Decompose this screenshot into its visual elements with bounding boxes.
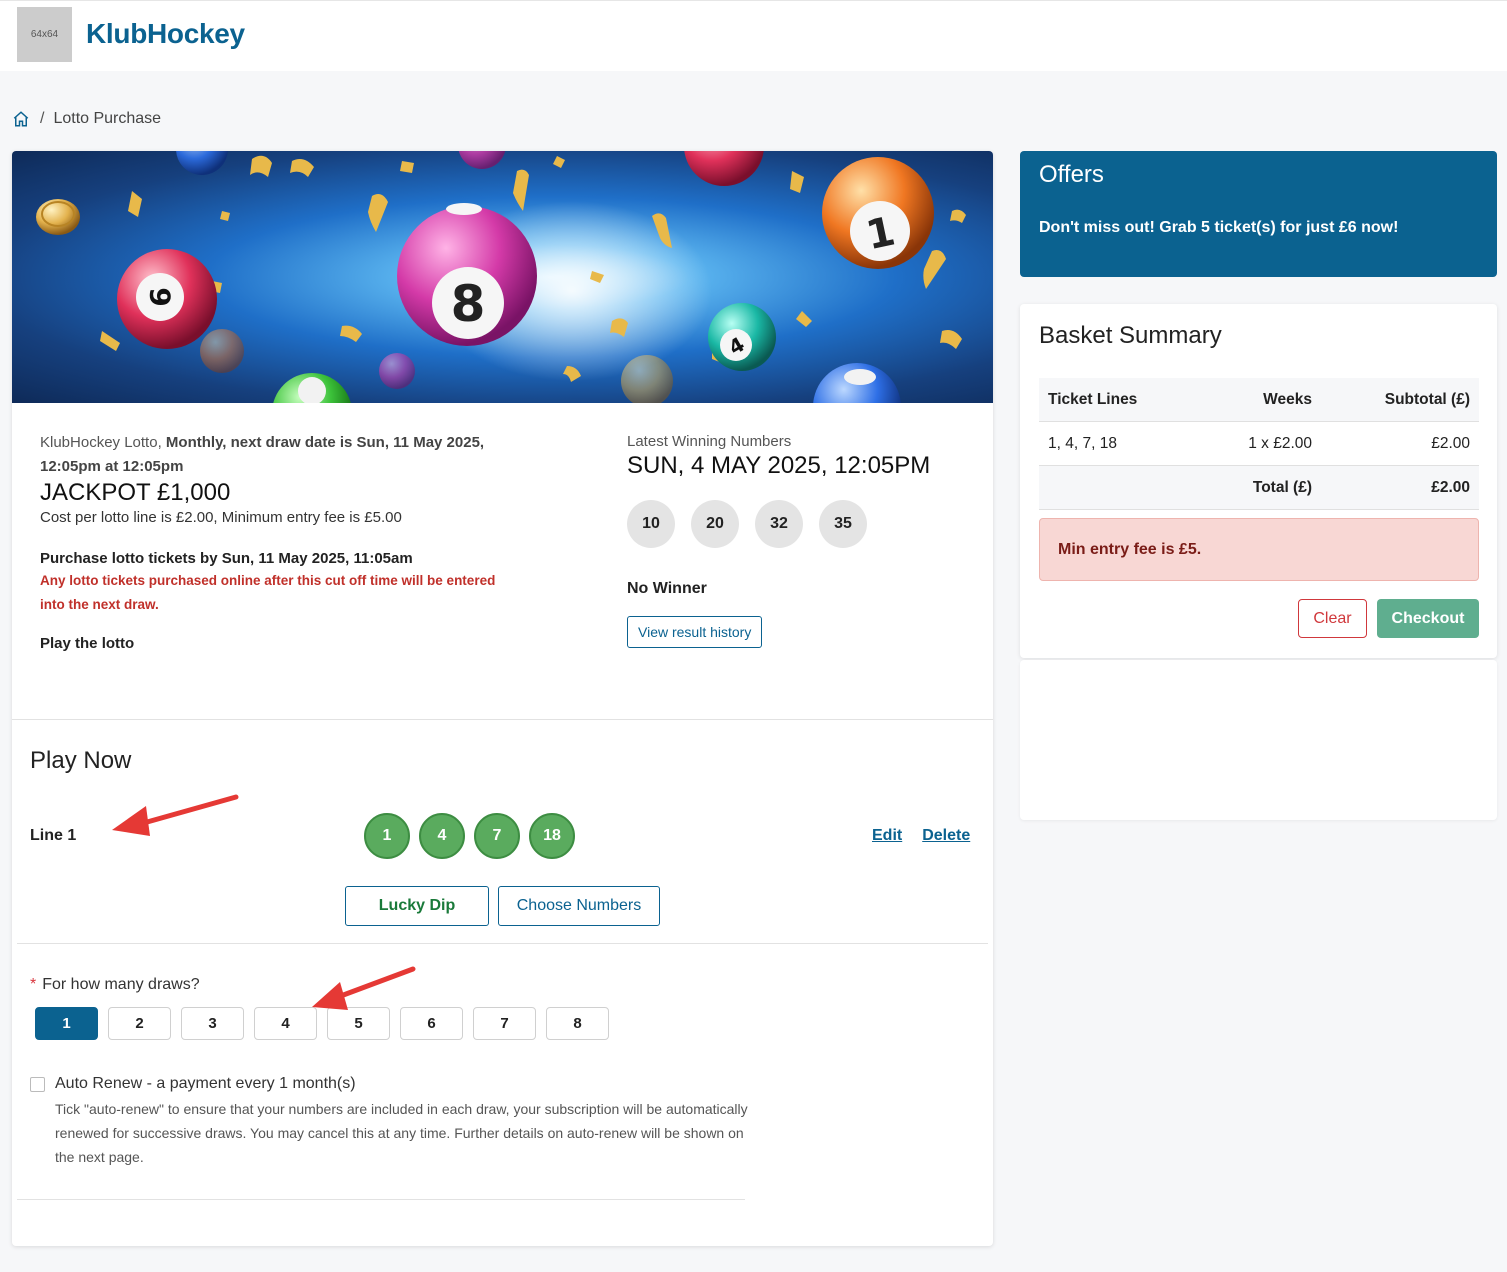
- svg-text:8: 8: [451, 275, 486, 333]
- lucky-dip-button[interactable]: Lucky Dip: [345, 886, 489, 926]
- checkout-button[interactable]: Checkout: [1377, 599, 1479, 638]
- breadcrumb: / Lotto Purchase: [12, 110, 161, 128]
- basket-table: Ticket Lines Weeks Subtotal (£) 1, 4, 7,…: [1039, 378, 1479, 510]
- lotto-hero-banner: 6 8 1 4: [12, 151, 993, 403]
- winning-number-ball: 20: [691, 500, 739, 548]
- column-header: Subtotal (£): [1384, 390, 1470, 408]
- draws-label-text: For how many draws?: [42, 976, 200, 993]
- purchase-deadline: Purchase lotto tickets by Sun, 11 May 20…: [40, 550, 413, 567]
- draw-option-5[interactable]: 5: [327, 1007, 390, 1040]
- ticket-lines-cell: 1, 4, 7, 18: [1048, 434, 1117, 452]
- svg-text:6: 6: [144, 287, 177, 306]
- divider: [17, 943, 988, 944]
- auto-renew-section: Auto Renew - a payment every 1 month(s) …: [30, 1075, 750, 1169]
- latest-label: Latest Winning Numbers: [627, 433, 792, 450]
- logo-placeholder[interactable]: 64x64: [17, 7, 72, 62]
- choose-numbers-button[interactable]: Choose Numbers: [498, 886, 660, 926]
- ball-four: 4: [708, 303, 776, 371]
- ball-blur: [458, 151, 506, 169]
- auto-renew-help: Tick "auto-renew" to ensure that your nu…: [55, 1101, 748, 1165]
- min-entry-alert: Min entry fee is £5.: [1039, 518, 1479, 581]
- table-header: Ticket Lines Weeks Subtotal (£): [1039, 378, 1479, 422]
- play-now-title: Play Now: [30, 747, 132, 774]
- draw-count-selector: 1 2 3 4 5 6 7 8: [35, 1007, 609, 1040]
- ball-blur: [176, 151, 228, 175]
- draw-option-1[interactable]: 1: [35, 1007, 98, 1040]
- draws-label: * For how many draws?: [30, 976, 200, 994]
- required-marker: *: [30, 976, 37, 993]
- draw-result: No Winner: [627, 580, 707, 597]
- draw-option-8[interactable]: 8: [546, 1007, 609, 1040]
- offers-title: Offers: [1039, 161, 1104, 188]
- auto-renew-label[interactable]: Auto Renew - a payment every 1 month(s): [55, 1075, 356, 1093]
- ball-blur: [200, 329, 244, 373]
- ball-red-top: [684, 151, 764, 186]
- ball-six: 6: [117, 249, 217, 349]
- winning-number-ball: 32: [755, 500, 803, 548]
- ball-one: 1: [822, 157, 934, 269]
- lotto-schedule: KlubHockey Lotto, Monthly, next draw dat…: [40, 431, 510, 479]
- coin: [36, 199, 80, 235]
- latest-results: Latest Winning Numbers SUN, 4 MAY 2025, …: [627, 433, 967, 648]
- winning-numbers: 10 20 32 35: [627, 500, 967, 548]
- total-label: Total (£): [1252, 478, 1312, 496]
- selected-number-ball: 4: [419, 813, 465, 859]
- ball-blur: [379, 353, 415, 389]
- edit-line-link[interactable]: Edit: [872, 827, 902, 845]
- empty-panel: [1020, 660, 1497, 820]
- draw-option-2[interactable]: 2: [108, 1007, 171, 1040]
- basket-title: Basket Summary: [1039, 322, 1222, 349]
- divider: [17, 1199, 745, 1200]
- top-header: 64x64 KlubHockey: [0, 0, 1507, 71]
- breadcrumb-current: Lotto Purchase: [53, 110, 162, 127]
- latest-draw-date: SUN, 4 MAY 2025, 12:05PM: [627, 452, 931, 479]
- selected-number-ball: 1: [364, 813, 410, 859]
- clear-button[interactable]: Clear: [1298, 599, 1367, 638]
- winning-number-ball: 10: [627, 500, 675, 548]
- line-label: Line 1: [30, 827, 77, 844]
- basket-summary-card: Basket Summary Ticket Lines Weeks Subtot…: [1020, 304, 1497, 658]
- line-numbers: 1 4 7 18: [364, 813, 575, 859]
- winning-number-ball: 35: [819, 500, 867, 548]
- hero-illustration: 6 8 1 4: [36, 151, 966, 403]
- offers-card: Offers Don't miss out! Grab 5 ticket(s) …: [1020, 151, 1497, 277]
- selected-number-ball: 7: [474, 813, 520, 859]
- auto-renew-checkbox[interactable]: [30, 1076, 45, 1092]
- play-lotto-heading: Play the lotto: [40, 635, 135, 652]
- total-value: £2.00: [1431, 478, 1470, 496]
- total-row: Total (£) £2.00: [1039, 466, 1479, 510]
- breadcrumb-separator: /: [40, 110, 45, 127]
- divider: [12, 719, 993, 720]
- table-row: 1, 4, 7, 18 1 x £2.00 £2.00: [1039, 422, 1479, 466]
- brand-name[interactable]: KlubHockey: [86, 18, 245, 50]
- subtotal-cell: £2.00: [1431, 434, 1470, 452]
- ball-blue-spot: [844, 369, 876, 385]
- offer-text[interactable]: Don't miss out! Grab 5 ticket(s) for jus…: [1039, 219, 1398, 237]
- draw-option-7[interactable]: 7: [473, 1007, 536, 1040]
- draw-option-4[interactable]: 4: [254, 1007, 317, 1040]
- home-icon[interactable]: [12, 110, 30, 128]
- view-result-history-button[interactable]: View result history: [627, 616, 763, 648]
- column-header: Weeks: [1263, 390, 1312, 408]
- cutoff-warning: Any lotto tickets purchased online after…: [40, 573, 496, 612]
- jackpot-amount: JACKPOT £1,000: [40, 479, 231, 506]
- column-header: Ticket Lines: [1048, 390, 1138, 408]
- lotto-cost: Cost per lotto line is £2.00, Minimum en…: [40, 509, 402, 526]
- draw-option-6[interactable]: 6: [400, 1007, 463, 1040]
- lotto-name: KlubHockey Lotto,: [40, 434, 162, 451]
- draw-option-3[interactable]: 3: [181, 1007, 244, 1040]
- lotto-info: KlubHockey Lotto, Monthly, next draw dat…: [40, 431, 510, 652]
- lotto-main-card: 6 8 1 4 KlubHockey Lotto, Monthly, next …: [12, 151, 993, 1246]
- weeks-cell: 1 x £2.00: [1248, 434, 1312, 452]
- line-actions: Edit Delete: [872, 827, 970, 845]
- selected-number-ball: 18: [529, 813, 575, 859]
- delete-line-link[interactable]: Delete: [922, 827, 970, 845]
